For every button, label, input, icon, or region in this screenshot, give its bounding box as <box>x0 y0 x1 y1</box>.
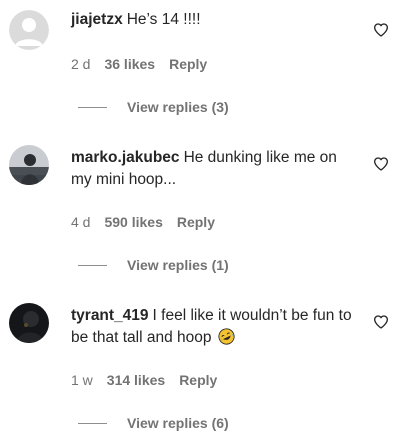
comment-body: He’s 14 !!!! <box>126 11 201 28</box>
view-replies-button[interactable]: View replies (6) <box>78 414 229 432</box>
view-replies-label: View replies (1) <box>127 257 229 273</box>
comment-meta: 1 w 314 likes Reply <box>71 371 217 389</box>
reply-button[interactable]: Reply <box>179 371 217 389</box>
view-replies-button[interactable]: View replies (3) <box>78 98 229 116</box>
comment-username[interactable]: marko.jakubec <box>71 149 180 166</box>
comment-likes[interactable]: 314 likes <box>107 371 165 389</box>
rolling-on-floor-laughing-emoji-icon <box>218 328 235 345</box>
comment-age: 2 d <box>71 56 91 72</box>
comment-username[interactable]: tyrant_419 <box>71 307 149 324</box>
comment-likes[interactable]: 590 likes <box>104 213 162 231</box>
heart-outline-icon[interactable] <box>373 156 389 172</box>
comment-text: tyrant_419 I feel like it wouldn’t be fun… <box>71 305 361 349</box>
comment-meta: 2 d 36 likes Reply <box>71 55 207 73</box>
comment-age: 1 w <box>71 372 93 388</box>
photo-avatar-dark-icon <box>9 303 49 343</box>
divider-line <box>78 264 107 266</box>
heart-outline-icon[interactable] <box>373 314 389 330</box>
view-replies-button[interactable]: View replies (1) <box>78 256 229 274</box>
avatar[interactable] <box>9 303 49 343</box>
comment-text: marko.jakubec He dunking like me on my mi… <box>71 147 361 191</box>
comment-meta: 4 d 590 likes Reply <box>71 213 215 231</box>
divider-line <box>78 422 107 424</box>
reply-button[interactable]: Reply <box>177 213 215 231</box>
heart-outline-icon[interactable] <box>373 22 389 38</box>
divider-line <box>78 106 107 108</box>
comment-text: jiajetzx He’s 14 !!!! <box>71 9 361 31</box>
photo-avatar-icon <box>9 145 49 185</box>
avatar[interactable] <box>9 10 49 50</box>
default-avatar-icon <box>9 10 49 50</box>
comment-age: 4 d <box>71 214 91 230</box>
reply-button[interactable]: Reply <box>169 55 207 73</box>
comment-likes[interactable]: 36 likes <box>104 55 155 73</box>
view-replies-label: View replies (6) <box>127 415 229 431</box>
comment-username[interactable]: jiajetzx <box>71 11 123 28</box>
view-replies-label: View replies (3) <box>127 99 229 115</box>
avatar[interactable] <box>9 145 49 185</box>
